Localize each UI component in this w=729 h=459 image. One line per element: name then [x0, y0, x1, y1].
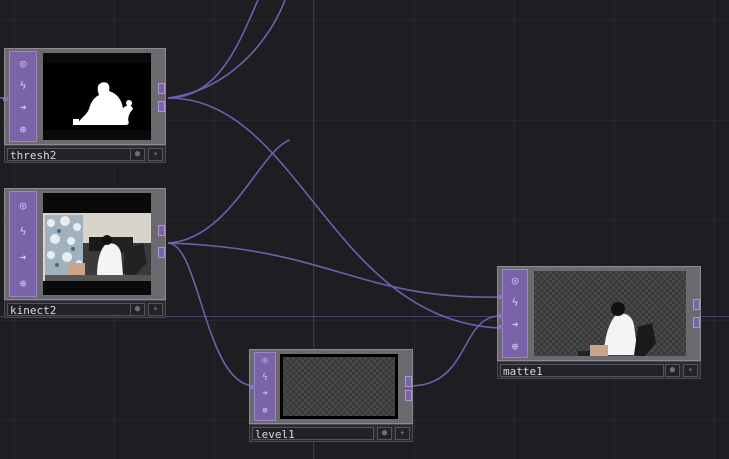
output-port[interactable]	[158, 247, 165, 258]
circle-flag-icon[interactable]: ●	[377, 427, 392, 440]
lightning-icon[interactable]: ϟ	[262, 373, 267, 383]
node-footer: thresh2 ● ✦	[4, 145, 166, 163]
node-viewer[interactable]	[43, 193, 151, 295]
node-viewer[interactable]	[43, 53, 151, 140]
input-port[interactable]	[3, 97, 8, 101]
node-footer: kinect2 ● ✦	[4, 300, 166, 318]
node-sidebar: ◎ ϟ ➜ ⊕	[9, 191, 37, 297]
circle-flag-icon[interactable]: ●	[665, 364, 680, 377]
node-kinect2[interactable]: ◎ ϟ ➜ ⊕ kinect2 ● ✦	[4, 188, 166, 318]
input-port[interactable]	[250, 385, 255, 389]
node-body: ◎ ϟ ➜ ⊕	[249, 349, 413, 424]
cross-flag-icon[interactable]: ✦	[148, 303, 163, 316]
node-footer: matte1 ● ✦	[497, 361, 701, 379]
kinect-camera-image	[43, 193, 151, 295]
lock-icon[interactable]: ⊕	[20, 124, 27, 135]
lock-icon[interactable]: ⊕	[20, 278, 27, 289]
transparency-checkerboard	[283, 357, 395, 416]
matte-composite-image	[578, 302, 656, 356]
circle-flag-icon[interactable]: ●	[130, 148, 145, 161]
arrow-right-icon[interactable]: ➜	[20, 252, 27, 263]
node-body: ◎ ϟ ➜ ⊕	[497, 266, 701, 361]
thresh-mask-image	[43, 53, 151, 140]
wire-kinect2-offscreen-b	[167, 139, 291, 244]
node-name[interactable]: level1	[252, 427, 374, 441]
target-icon[interactable]: ◎	[20, 200, 27, 211]
target-icon[interactable]: ◎	[262, 356, 267, 366]
node-level1[interactable]: ◎ ϟ ➜ ⊕ level1 ● ✦	[249, 349, 413, 442]
arrow-right-icon[interactable]: ➜	[262, 390, 267, 399]
cross-flag-icon[interactable]: ✦	[148, 148, 163, 161]
node-sidebar: ◎ ϟ ➜ ⊕	[254, 352, 276, 421]
wire-level1-to-matte1	[409, 315, 501, 387]
cross-flag-icon[interactable]: ✦	[395, 427, 410, 440]
node-footer: level1 ● ✦	[249, 424, 413, 442]
target-icon[interactable]: ◎	[512, 275, 519, 286]
input-port[interactable]	[498, 325, 503, 329]
circle-flag-icon[interactable]: ●	[130, 303, 145, 316]
node-sidebar: ◎ ϟ ➜ ⊕	[9, 51, 37, 142]
output-port[interactable]	[158, 83, 165, 94]
node-thresh2[interactable]: ◎ ϟ ➜ ⊕ thresh2 ● ✦	[3, 48, 166, 163]
arrow-right-icon[interactable]: ➜	[20, 102, 27, 113]
wire-offscreen-a	[167, 0, 259, 99]
node-sidebar: ◎ ϟ ➜ ⊕	[502, 269, 528, 358]
lightning-icon[interactable]: ϟ	[512, 297, 519, 308]
output-port[interactable]	[158, 225, 165, 236]
node-name[interactable]: matte1	[500, 364, 664, 378]
output-port[interactable]	[693, 317, 700, 328]
lightning-icon[interactable]: ϟ	[20, 80, 27, 91]
node-body: ◎ ϟ ➜ ⊕	[4, 188, 166, 300]
arrow-right-icon[interactable]: ➜	[512, 319, 519, 330]
output-port[interactable]	[405, 390, 412, 401]
wire-kinect2-to-level1	[167, 242, 257, 387]
target-icon[interactable]: ◎	[20, 58, 27, 69]
input-port[interactable]	[498, 314, 503, 318]
input-port[interactable]	[498, 295, 503, 299]
node-viewer[interactable]	[280, 354, 398, 419]
wire-thresh2-to-matte1	[167, 97, 501, 329]
wire-offscreen-b	[167, 0, 286, 99]
node-name[interactable]: thresh2	[7, 148, 131, 162]
wire-kinect2-to-matte1	[167, 242, 501, 298]
cross-flag-icon[interactable]: ✦	[683, 364, 698, 377]
node-body: ◎ ϟ ➜ ⊕	[3, 48, 166, 145]
output-port[interactable]	[693, 299, 700, 310]
node-viewer[interactable]	[534, 271, 686, 356]
node-name[interactable]: kinect2	[7, 303, 131, 317]
lock-icon[interactable]: ⊕	[262, 407, 267, 416]
output-port[interactable]	[405, 376, 412, 387]
node-matte1[interactable]: ◎ ϟ ➜ ⊕ matte1 ● ✦	[497, 266, 701, 379]
lightning-icon[interactable]: ϟ	[20, 226, 27, 237]
output-port[interactable]	[158, 101, 165, 112]
lock-icon[interactable]: ⊕	[512, 341, 519, 352]
network-canvas[interactable]: ◎ ϟ ➜ ⊕ thresh2 ● ✦ ◎ ϟ ➜ ⊕ kinect2 ● ✦ …	[0, 0, 729, 459]
